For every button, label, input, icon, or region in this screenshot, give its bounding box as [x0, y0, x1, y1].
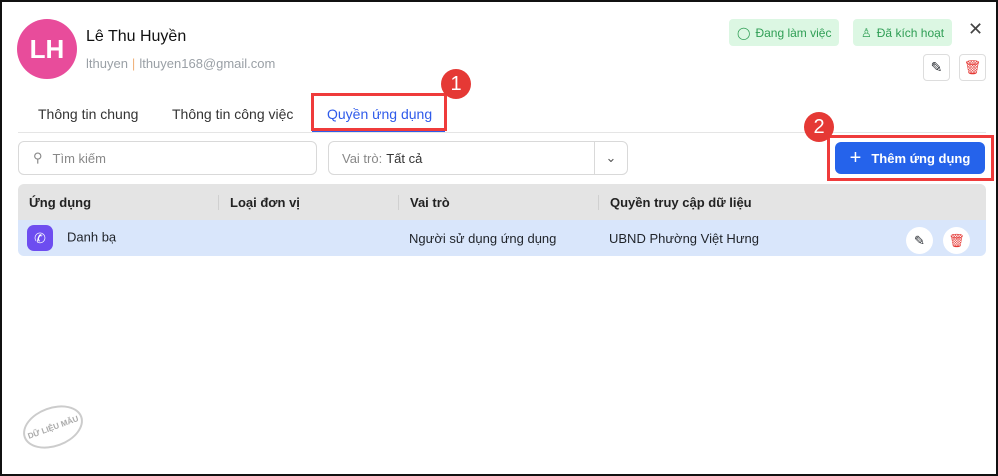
trash-icon: 🗑 [948, 232, 965, 248]
user-subtitle: lthuyen | lthuyen168@gmail.com [86, 56, 276, 71]
cell-role: Người sử dụng ứng dụng [409, 230, 557, 246]
delete-row-button[interactable]: 🗑 [943, 227, 970, 254]
header-data-access: Quyền truy cập dữ liệu [598, 194, 986, 210]
trash-icon: 🗑 [963, 59, 982, 75]
cell-app: ✆ Danh bạ [18, 225, 218, 251]
user-detail-dialog: LH Lê Thu Huyền lthuyen | lthuyen168@gmail… [0, 0, 998, 476]
highlight-box-1 [311, 93, 447, 131]
search-input[interactable]: ⚲ Tìm kiếm [18, 141, 317, 175]
delete-user-button[interactable]: 🗑 [959, 54, 986, 81]
table-header: Ứng dụng Loại đơn vị Vai trò Quyền truy … [18, 184, 986, 220]
app-name: Danh bạ [67, 229, 117, 245]
role-filter-label: Vai trò: [342, 150, 383, 166]
role-filter-value: Tất cả [386, 150, 423, 166]
phone-app-icon: ✆ [27, 225, 53, 251]
email: lthuyen168@gmail.com [139, 56, 276, 71]
avatar: LH [17, 19, 77, 79]
tab-bar: Thông tin chung Thông tin công việc Quyề… [18, 92, 986, 133]
plus-icon: + [849, 146, 862, 169]
pencil-icon: ✎ [914, 232, 925, 248]
search-placeholder: Tìm kiếm [52, 150, 106, 166]
edit-user-button[interactable]: ✎ [923, 54, 950, 81]
edit-row-button[interactable]: ✎ [906, 227, 933, 254]
user-check-icon: ♙ [861, 25, 872, 40]
activation-badge: ♙ Đã kích hoạt [853, 19, 953, 46]
add-app-button[interactable]: + Thêm ứng dụng [835, 142, 985, 174]
chevron-down-icon[interactable]: ⌄ [594, 142, 627, 174]
app-permissions-table: Ứng dụng Loại đơn vị Vai trò Quyền truy … [18, 184, 986, 256]
role-filter-select[interactable]: Vai trò: Tất cả ⌄ [328, 141, 628, 175]
add-app-label: Thêm ứng dụng [871, 150, 971, 166]
pencil-icon: ✎ [930, 59, 943, 75]
annotation-2: 2 [804, 112, 834, 142]
tab-work-info[interactable]: Thông tin công việc [172, 106, 293, 122]
status-text: Đang làm việc [755, 25, 832, 40]
sample-data-watermark: DỮ LIỆU MẪU [17, 397, 89, 457]
header-unit-type: Loại đơn vị [218, 194, 398, 210]
annotation-1: 1 [441, 69, 471, 99]
tab-general-info[interactable]: Thông tin chung [38, 106, 138, 122]
check-circle-icon: ◯ [737, 25, 751, 40]
status-badge: ◯ Đang làm việc [729, 19, 840, 46]
header-app: Ứng dụng [29, 194, 92, 210]
activation-text: Đã kích hoạt [876, 25, 945, 40]
header-role: Vai trò [398, 194, 598, 210]
search-icon: ⚲ [33, 150, 43, 165]
username: lthuyen [86, 56, 128, 71]
user-name: Lê Thu Huyền [86, 28, 187, 45]
table-row[interactable]: ✆ Danh bạ Người sử dụng ứng dụng UBND Phư… [18, 220, 986, 256]
close-icon[interactable]: ✕ [968, 19, 983, 40]
